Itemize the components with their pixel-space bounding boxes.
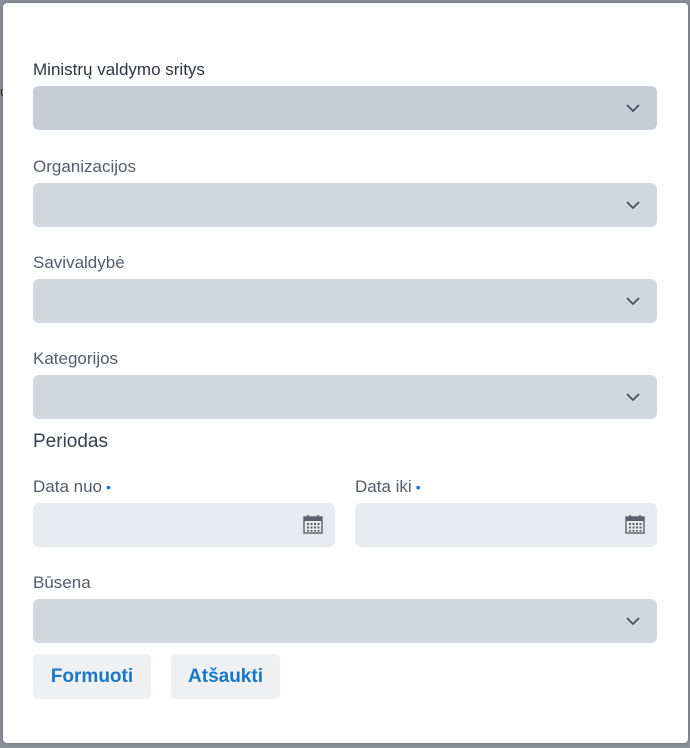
date-from-input[interactable]	[33, 503, 335, 547]
status-label: Būsena	[33, 573, 91, 592]
status-field: Būsena	[33, 573, 657, 643]
report-dialog: Ministrų valdymo sritys Organizacijos Sa…	[3, 3, 688, 743]
status-select[interactable]	[33, 599, 657, 643]
organizations-field: Organizacijos	[33, 157, 657, 227]
ministries-label: Ministrų valdymo sritys	[33, 60, 205, 79]
chevron-down-icon	[626, 393, 640, 402]
chevron-down-icon	[626, 617, 640, 626]
period-title: Periodas	[33, 431, 108, 452]
cancel-button[interactable]: Atšaukti	[171, 654, 280, 699]
date-from-field: Data nuo •	[33, 477, 335, 547]
organizations-select[interactable]	[33, 183, 657, 227]
categories-select[interactable]	[33, 375, 657, 419]
municipality-label: Savivaldybė	[33, 253, 125, 272]
chevron-down-icon	[626, 201, 640, 210]
chevron-down-icon	[626, 297, 640, 306]
date-to-input[interactable]	[355, 503, 657, 547]
required-marker: •	[106, 479, 111, 495]
ministries-field: Ministrų valdymo sritys	[33, 60, 657, 130]
calendar-icon[interactable]	[625, 514, 645, 534]
calendar-icon[interactable]	[303, 514, 323, 534]
ministries-select[interactable]	[33, 86, 657, 130]
categories-field: Kategorijos	[33, 349, 657, 419]
organizations-label: Organizacijos	[33, 157, 136, 176]
municipality-select[interactable]	[33, 279, 657, 323]
date-from-label: Data nuo	[33, 477, 102, 496]
municipality-field: Savivaldybė	[33, 253, 657, 323]
date-to-label: Data iki	[355, 477, 412, 496]
categories-label: Kategorijos	[33, 349, 119, 368]
chevron-down-icon	[626, 104, 640, 113]
generate-button[interactable]: Formuoti	[33, 654, 151, 699]
required-marker: •	[415, 479, 421, 495]
date-to-field: Data iki •	[355, 477, 657, 547]
